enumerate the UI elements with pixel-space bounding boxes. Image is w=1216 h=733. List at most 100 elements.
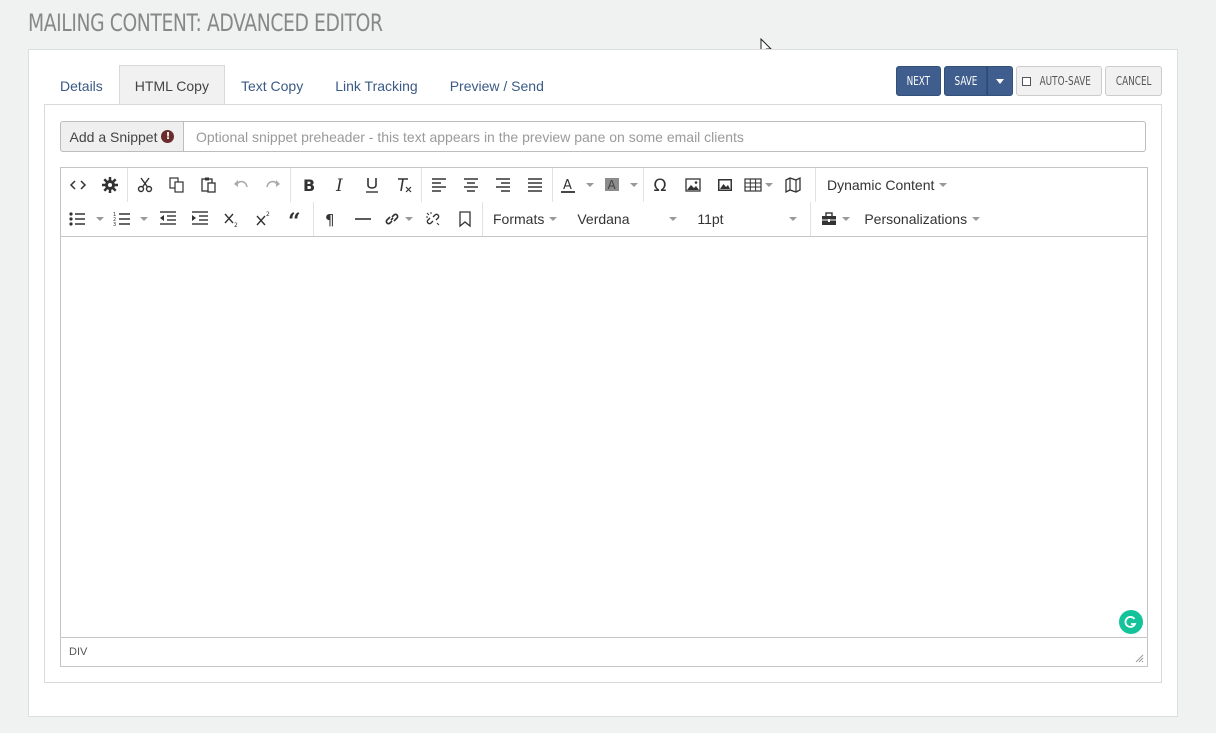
font-size-value: 11pt	[697, 211, 724, 227]
save-button-group: SAVE	[944, 66, 1013, 96]
image-manager-icon[interactable]	[709, 171, 741, 199]
toolbar-row-1: B I A A Ω Dynamic Content	[61, 168, 959, 202]
chevron-down-icon	[405, 217, 413, 221]
svg-text:A: A	[608, 178, 617, 192]
svg-text:2: 2	[234, 222, 238, 228]
font-size-select[interactable]: 11pt	[689, 205, 809, 233]
add-snippet-button[interactable]: Add a Snippet !	[60, 121, 184, 152]
dynamic-content-menu[interactable]: Dynamic Content	[817, 171, 959, 199]
action-buttons: NEXT SAVE AUTO-SAVE CANCEL	[896, 66, 1162, 96]
save-button-label: SAVE	[954, 74, 977, 88]
svg-text:Ω: Ω	[654, 176, 667, 194]
image-icon[interactable]	[677, 171, 709, 199]
svg-text:¶: ¶	[325, 211, 335, 228]
cancel-button[interactable]: CANCEL	[1105, 66, 1162, 96]
chevron-down-icon	[669, 217, 678, 221]
toolbar-separator	[643, 168, 644, 202]
unlink-icon[interactable]	[417, 205, 449, 233]
paragraph-icon[interactable]: ¶	[315, 205, 347, 233]
snippet-preheader-input[interactable]	[184, 121, 1146, 152]
numbered-list-menu[interactable]: 123	[108, 205, 152, 233]
undo-icon[interactable]	[225, 171, 257, 199]
chevron-down-icon	[939, 183, 948, 187]
chevron-down-icon	[586, 183, 594, 187]
personalizations-label: Personalizations	[864, 211, 968, 227]
next-button[interactable]: NEXT	[896, 66, 941, 96]
align-center-icon[interactable]	[455, 171, 487, 199]
bookmark-icon[interactable]	[449, 205, 481, 233]
indent-icon[interactable]	[184, 205, 216, 233]
text-color-icon: A	[554, 171, 582, 199]
toolbar-separator	[552, 168, 553, 202]
italic-icon[interactable]: I	[324, 171, 356, 199]
toolbox-menu[interactable]	[816, 205, 854, 233]
svg-text:2: 2	[266, 211, 270, 218]
grammarly-icon[interactable]	[1119, 610, 1143, 634]
superscript-icon[interactable]: 2	[248, 205, 280, 233]
save-button[interactable]: SAVE	[944, 66, 987, 96]
font-family-select[interactable]: Verdana	[569, 205, 689, 233]
tab-preview-send[interactable]: Preview / Send	[434, 65, 560, 105]
chevron-down-icon	[140, 217, 148, 221]
svg-text:B: B	[303, 176, 315, 194]
element-path[interactable]: DIV	[69, 646, 87, 658]
editor-content-area[interactable]	[61, 238, 1147, 638]
toolbar-row-2: 123 2 2 “ ¶ Formats Verdana 11pt Persona…	[61, 202, 992, 236]
align-left-icon[interactable]	[423, 171, 455, 199]
table-menu[interactable]	[741, 171, 777, 199]
autosave-button[interactable]: AUTO-SAVE	[1016, 66, 1102, 96]
save-options-dropdown[interactable]	[987, 66, 1013, 96]
special-char-omega-icon[interactable]: Ω	[645, 171, 677, 199]
underline-icon[interactable]	[356, 171, 388, 199]
autosave-checkbox-icon	[1021, 76, 1031, 86]
paste-icon[interactable]	[193, 171, 225, 199]
outdent-icon[interactable]	[152, 205, 184, 233]
add-snippet-label: Add a Snippet	[69, 128, 158, 145]
numbered-list-icon: 123	[108, 205, 136, 233]
text-color-picker[interactable]: A	[554, 171, 598, 199]
cut-icon[interactable]	[129, 171, 161, 199]
table-icon	[741, 171, 765, 199]
blockquote-icon[interactable]: “	[280, 205, 312, 233]
align-justify-icon[interactable]	[519, 171, 551, 199]
formats-menu[interactable]: Formats	[484, 205, 569, 233]
editor-statusbar: DIV	[61, 637, 1147, 666]
svg-text:A: A	[563, 178, 572, 193]
copy-icon[interactable]	[161, 171, 193, 199]
resize-handle-icon[interactable]	[1135, 654, 1144, 663]
redo-icon[interactable]	[257, 171, 289, 199]
tab-link-tracking[interactable]: Link Tracking	[319, 65, 433, 105]
clear-format-icon[interactable]	[388, 171, 420, 199]
rich-text-editor: B I A A Ω Dynamic Content 1 2 3 2 2 “ ¶ …	[60, 167, 1148, 667]
subscript-icon[interactable]: 2	[216, 205, 248, 233]
editor-tabs: Details HTML Copy Text Copy Link Trackin…	[44, 65, 560, 105]
toolbar-separator	[290, 168, 291, 202]
tabs-divider	[44, 104, 1162, 105]
chevron-down-icon	[842, 217, 851, 221]
background-color-picker[interactable]: A	[598, 171, 642, 199]
svg-text:3: 3	[113, 222, 116, 228]
autosave-label: AUTO-SAVE	[1039, 74, 1091, 88]
personalizations-menu[interactable]: Personalizations	[854, 205, 992, 233]
toolbar-separator	[313, 202, 314, 236]
source-code-icon[interactable]	[62, 171, 94, 199]
horizontal-rule-icon[interactable]	[347, 205, 379, 233]
toolbar-separator	[421, 168, 422, 202]
tab-html-copy[interactable]: HTML Copy	[118, 65, 225, 105]
align-right-icon[interactable]	[487, 171, 519, 199]
link-menu[interactable]	[379, 205, 417, 233]
bullet-list-menu[interactable]	[62, 205, 108, 233]
toolbox-icon	[816, 205, 842, 233]
chevron-down-icon	[996, 78, 1004, 84]
chevron-down-icon	[789, 217, 798, 221]
tab-text-copy[interactable]: Text Copy	[225, 65, 319, 105]
next-button-label: NEXT	[906, 74, 931, 88]
bold-icon[interactable]: B	[292, 171, 324, 199]
svg-text:“: “	[288, 210, 301, 228]
editor-toolbar: B I A A Ω Dynamic Content 1 2 3 2 2 “ ¶ …	[61, 168, 1147, 237]
tab-details[interactable]: Details	[44, 65, 119, 105]
map-icon[interactable]	[777, 171, 809, 199]
settings-gear-icon[interactable]	[94, 171, 126, 199]
chevron-down-icon	[630, 183, 638, 187]
cancel-button-label: CANCEL	[1115, 74, 1152, 88]
